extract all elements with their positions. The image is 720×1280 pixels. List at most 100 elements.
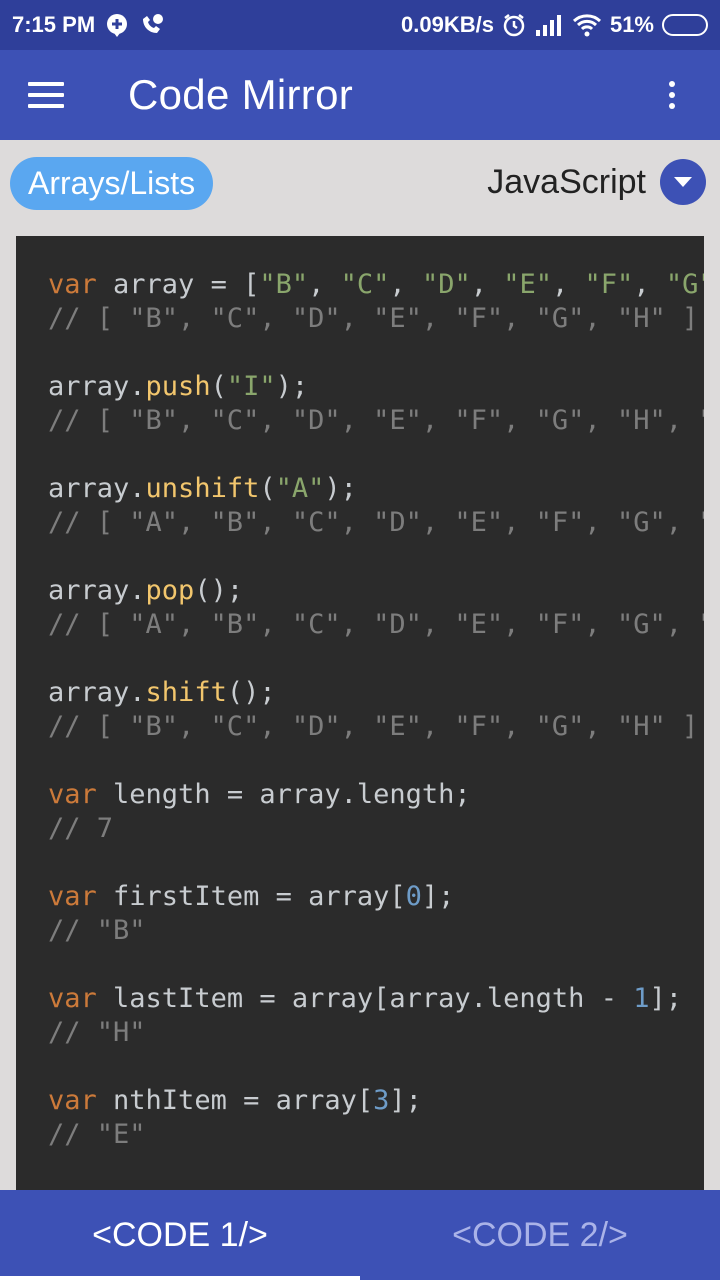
code-line: // "H" [48,1016,704,1050]
code-token: ); [275,371,309,402]
code-token: var [48,983,97,1014]
code-token: // [ "B", "C", "D", "E", "F", "G", "H" ] [48,303,699,334]
code-token: array. [48,575,146,606]
code-token: "I" [226,371,276,402]
code-token: ( [210,371,227,402]
code-token: // "B" [48,915,146,946]
code-token: nthItem = array[ [96,1085,374,1116]
battery-icon [662,14,708,36]
code-line: // [ "B", "C", "D", "E", "F", "G", "H", … [48,404,704,438]
more-options-icon[interactable] [660,75,684,115]
code-token: "G" [665,269,704,300]
code-token: shift [145,677,227,708]
code-line: // [ "B", "C", "D", "E", "F", "G", "H" ] [48,710,704,744]
code-token: lastItem = array[array.length - [96,983,634,1014]
status-bar: 7:15 PM 0.09KB/s 51% [0,0,720,50]
code-token: 0 [405,881,422,912]
code-token: push [145,371,211,402]
code-token: "D" [421,269,471,300]
code-token: , [389,269,422,300]
code-line: // 7 [48,812,704,846]
code-token: array. [48,371,146,402]
code-token: // [ "A", "B", "C", "D", "E", "F", "G", … [48,507,704,538]
code-token: ]; [389,1085,422,1116]
status-time: 7:15 PM [12,12,96,37]
code-editor[interactable]: var array = ["B", "C", "D", "E", "F", "G… [16,236,704,1190]
code-token: // [ "A", "B", "C", "D", "E", "F", "G", … [48,609,704,640]
code-line: // [ "B", "C", "D", "E", "F", "G", "H" ] [48,302,704,336]
language-label: JavaScript [487,162,646,201]
code-line: array.push("I"); [48,370,704,404]
code-token: array. [48,677,146,708]
bottom-tabs: <CODE 1/> <CODE 2/> [0,1190,720,1280]
code-line: // "E" [48,1118,704,1152]
battery-percent: 51% [609,12,654,37]
alarm-icon [502,13,526,37]
code-line: array.shift(); [48,676,704,710]
code-line: // "B" [48,914,704,948]
signal-icon [534,14,564,36]
code-token: , [308,269,341,300]
code-line: var lastItem = array[array.length - 1]; [48,982,704,1016]
topic-chip[interactable]: Arrays/Lists [10,157,214,210]
code-line: array.pop(); [48,574,704,608]
code-token: ( [259,473,276,504]
notification-plus-icon [105,13,129,37]
code-token: unshift [145,473,260,504]
code-token: // 7 [48,813,114,844]
code-token: firstItem = array[ [96,881,406,912]
wifi-icon [572,13,602,37]
code-line: var nthItem = array[3]; [48,1084,704,1118]
code-line: // [ "A", "B", "C", "D", "E", "F", "G", … [48,608,704,642]
missed-call-icon [139,13,165,37]
code-token: , [470,269,504,300]
tab-code-2[interactable]: <CODE 2/> [360,1190,720,1280]
code-token: var [48,1085,97,1116]
code-token: "E" [503,269,553,300]
tab-code-1[interactable]: <CODE 1/> [0,1190,360,1280]
code-token: ]; [649,983,682,1014]
code-token: pop [145,575,195,606]
code-line: var firstItem = array[0]; [48,880,704,914]
code-token: 1 [633,983,650,1014]
language-dropdown[interactable]: JavaScript [487,157,706,207]
code-token: array = [ [96,269,260,300]
code-token: // [ "B", "C", "D", "E", "F", "G", "H" ] [48,711,699,742]
code-line: var array = ["B", "C", "D", "E", "F", "G… [48,268,704,302]
code-line: array.unshift("A"); [48,472,704,506]
code-token: 3 [373,1085,390,1116]
code-token: , [633,269,666,300]
menu-icon[interactable] [28,67,84,123]
app-bar: Code Mirror [0,50,720,140]
chevron-down-icon[interactable] [660,159,706,205]
code-token: (); [194,575,244,606]
code-token: length = array.length; [96,779,471,810]
code-token: ); [324,473,357,504]
code-token: var [48,779,97,810]
code-token: // [ "B", "C", "D", "E", "F", "G", "H", … [48,405,704,436]
code-token: // "H" [48,1017,146,1048]
network-speed: 0.09KB/s [401,12,494,37]
code-token: var [48,269,97,300]
code-token: "B" [259,269,309,300]
code-token: // "E" [48,1119,146,1150]
app-title: Code Mirror [128,71,354,118]
code-token: var [48,881,97,912]
code-token: "A" [275,473,325,504]
code-token: , [552,269,585,300]
code-token: ]; [421,881,455,912]
code-token: array. [48,473,146,504]
code-line: var length = array.length; [48,778,704,812]
code-token: "C" [340,269,390,300]
code-token: "F" [584,269,634,300]
code-line: // [ "A", "B", "C", "D", "E", "F", "G", … [48,506,704,540]
code-lines: var array = ["B", "C", "D", "E", "F", "G… [48,268,704,1152]
